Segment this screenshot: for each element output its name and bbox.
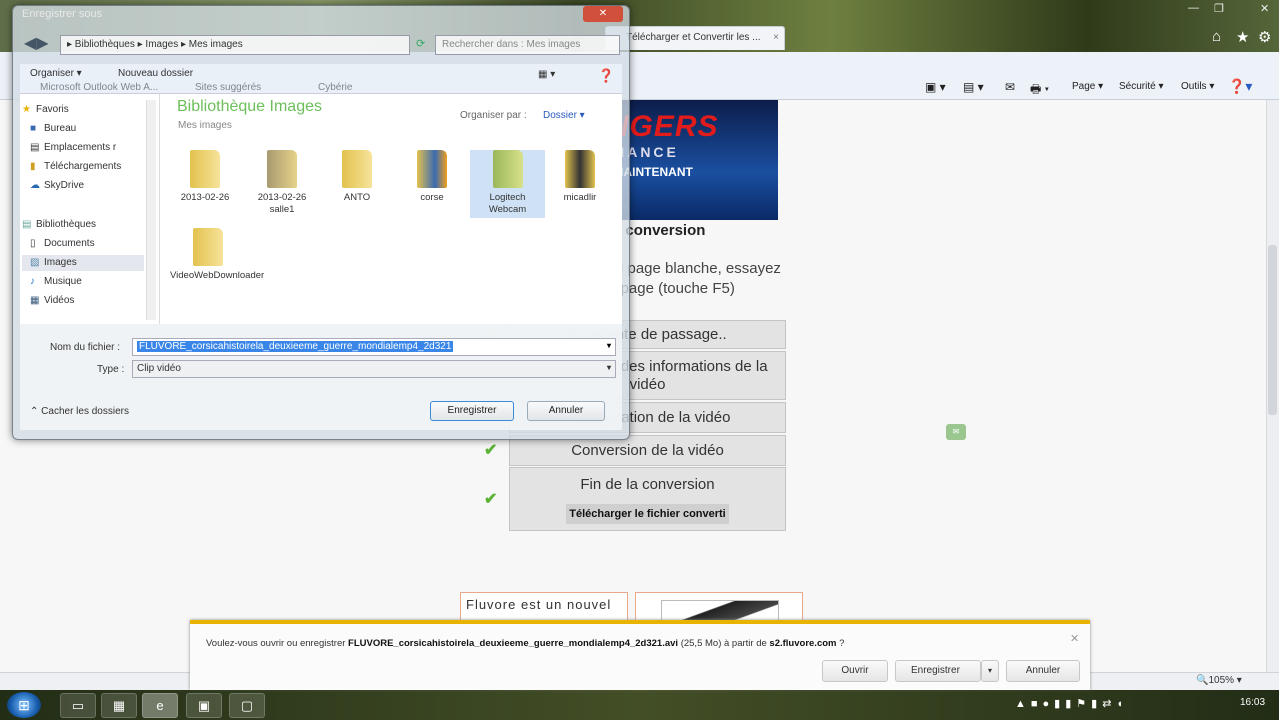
download-bar-close-icon[interactable]: ✕ [1070, 632, 1079, 645]
new-folder-button[interactable]: Nouveau dossier [118, 68, 193, 79]
security-menu[interactable]: Sécurité ▾ [1119, 81, 1164, 92]
nav-videos[interactable]: ▦ Vidéos [30, 295, 74, 306]
taskbar-app3-icon[interactable]: ▢ [229, 693, 265, 718]
nav-music[interactable]: ♪ Musique [30, 276, 82, 287]
nav-desktop[interactable]: ■ Bureau [30, 123, 76, 134]
arrange-by-dropdown[interactable]: Dossier ▾ [543, 110, 585, 121]
dialog-help-icon[interactable]: ❓ [598, 68, 614, 84]
save-dropdown-arrow[interactable]: ▾ [981, 660, 999, 682]
phone-ad-image[interactable] [635, 592, 803, 624]
fav-outlook[interactable]: Microsoft Outlook Web A... [40, 82, 158, 93]
nav-favorites[interactable]: ★ Favoris [22, 104, 69, 115]
dialog-search-input[interactable]: Rechercher dans : Mes images [435, 35, 620, 55]
dialog-cancel-button[interactable]: Annuler [527, 401, 605, 421]
sms-icon[interactable]: ✉ [946, 424, 966, 440]
tab-title: Télécharger et Convertir les ... [626, 32, 761, 43]
view-options-icon[interactable]: ▦ ▾ [538, 69, 555, 80]
check-icon: ✔ [484, 491, 498, 508]
download-converted-link[interactable]: Télécharger le fichier converti [566, 504, 729, 524]
fav-cyberie[interactable]: Cybérie [318, 82, 352, 93]
folder-item[interactable]: micadlir [545, 150, 615, 204]
restore-icon[interactable]: ❐ [1214, 2, 1224, 15]
settings-gear-icon[interactable]: ⚙ [1258, 28, 1271, 46]
tools-menu[interactable]: Outils ▾ [1181, 81, 1214, 92]
save-button[interactable]: Enregistrer [895, 660, 981, 682]
folder-item[interactable]: corse [397, 150, 467, 204]
dialog-close-button[interactable]: ✕ [583, 6, 623, 22]
nav-recent-places[interactable]: ▤ Emplacements r [30, 142, 116, 153]
open-button[interactable]: Ouvrir [822, 660, 888, 682]
clock: 16:03 [1240, 697, 1266, 708]
download-message: Voulez-vous ouvrir ou enregistrer FLUVOR… [206, 638, 845, 649]
download-host: s2.fluvore.com [769, 638, 837, 649]
start-button[interactable]: ⊞ [7, 692, 41, 718]
system-tray-icons[interactable]: ▲■●▮▮⚑▮⇄◖ [1015, 697, 1128, 710]
folder-item[interactable]: 2013-02-26 salle1 [247, 150, 317, 216]
filename-label: Nom du fichier : [50, 342, 121, 353]
close-icon[interactable]: ✕ [1260, 2, 1269, 15]
feeds-icon[interactable]: ▣ ▾ [925, 80, 946, 94]
arrange-by-label: Organiser par : [460, 110, 527, 121]
taskbar-ie-icon[interactable]: e [142, 693, 178, 718]
dialog-save-button[interactable]: Enregistrer [430, 401, 514, 421]
mail-icon[interactable]: ✉ [1005, 80, 1015, 94]
check-icon: ✔ [484, 442, 498, 459]
cancel-button[interactable]: Annuler [1006, 660, 1080, 682]
address-breadcrumb[interactable]: ▸ Bibliothèques ▸ Images ▸ Mes images [60, 35, 410, 55]
back-forward-icon[interactable]: ◀▶ [24, 33, 49, 53]
print-icon[interactable]: 🖶 ▾ [1030, 80, 1049, 101]
read-mail-icon[interactable]: ▤ ▾ [963, 80, 984, 94]
home-icon[interactable]: ⌂ [1212, 28, 1221, 45]
help-icon[interactable]: ❓▾ [1228, 78, 1252, 95]
organize-button[interactable]: Organiser ▾ [30, 68, 82, 79]
library-title: Bibliothèque Images [177, 98, 322, 115]
zoom-level[interactable]: 🔍105% ▾ [1196, 675, 1242, 686]
library-subtitle: Mes images [178, 120, 232, 131]
folder-item[interactable]: 2013-02-26 [170, 150, 240, 204]
dialog-title: Enregistrer sous [22, 8, 103, 20]
hide-folders-toggle[interactable]: ⌃ Cacher les dossiers [30, 406, 129, 417]
step-finished-label: Fin de la conversion [580, 476, 715, 493]
type-label: Type : [97, 364, 125, 375]
taskbar-app2-icon[interactable]: ▣ [186, 693, 222, 718]
folder-item[interactable]: VideoWebDownloader [170, 228, 264, 282]
fluvore-info-box: Fluvore est un nouvel [460, 592, 628, 622]
nav-documents[interactable]: ▯ Documents [30, 238, 95, 249]
nav-scrollbar[interactable] [146, 100, 156, 320]
browser-tab[interactable]: Télécharger et Convertir les ... × [605, 26, 785, 50]
minimize-icon[interactable]: — [1188, 2, 1199, 14]
filename-input[interactable]: FLUVORE_corsicahistoirela_deuxieeme_guer… [132, 338, 616, 356]
tab-close-icon[interactable]: × [773, 32, 779, 43]
folder-item[interactable]: Logitech Webcam [470, 150, 545, 218]
nav-skydrive[interactable]: ☁ SkyDrive [30, 180, 84, 191]
file-list: Bibliothèque Images Mes images Organiser… [160, 94, 622, 324]
page-menu[interactable]: Page ▾ [1072, 81, 1103, 92]
nav-libraries[interactable]: ▤ Bibliothèques [22, 219, 96, 230]
file-type-select[interactable]: Clip vidéo ▾ [132, 360, 616, 378]
nav-downloads[interactable]: ▮ Téléchargements [30, 161, 121, 172]
step-finished: Fin de la conversion Télécharger le fich… [509, 467, 786, 531]
fav-suggested-sites[interactable]: Sites suggérés [195, 82, 261, 93]
download-filename: FLUVORE_corsicahistoirela_deuxieeme_guer… [348, 638, 679, 649]
taskbar-explorer-icon[interactable]: ▭ [60, 693, 96, 718]
folder-item[interactable]: ANTO [322, 150, 392, 204]
refresh-icon[interactable]: ⟳ [416, 37, 425, 50]
favorites-star-icon[interactable]: ★ [1236, 28, 1249, 46]
download-notification-bar: Voulez-vous ouvrir ou enregistrer FLUVOR… [190, 620, 1090, 690]
scrollbar-thumb[interactable] [1268, 245, 1277, 415]
nav-images[interactable]: ▨ Images [30, 257, 77, 268]
taskbar-app-icon[interactable]: ▦ [101, 693, 137, 718]
